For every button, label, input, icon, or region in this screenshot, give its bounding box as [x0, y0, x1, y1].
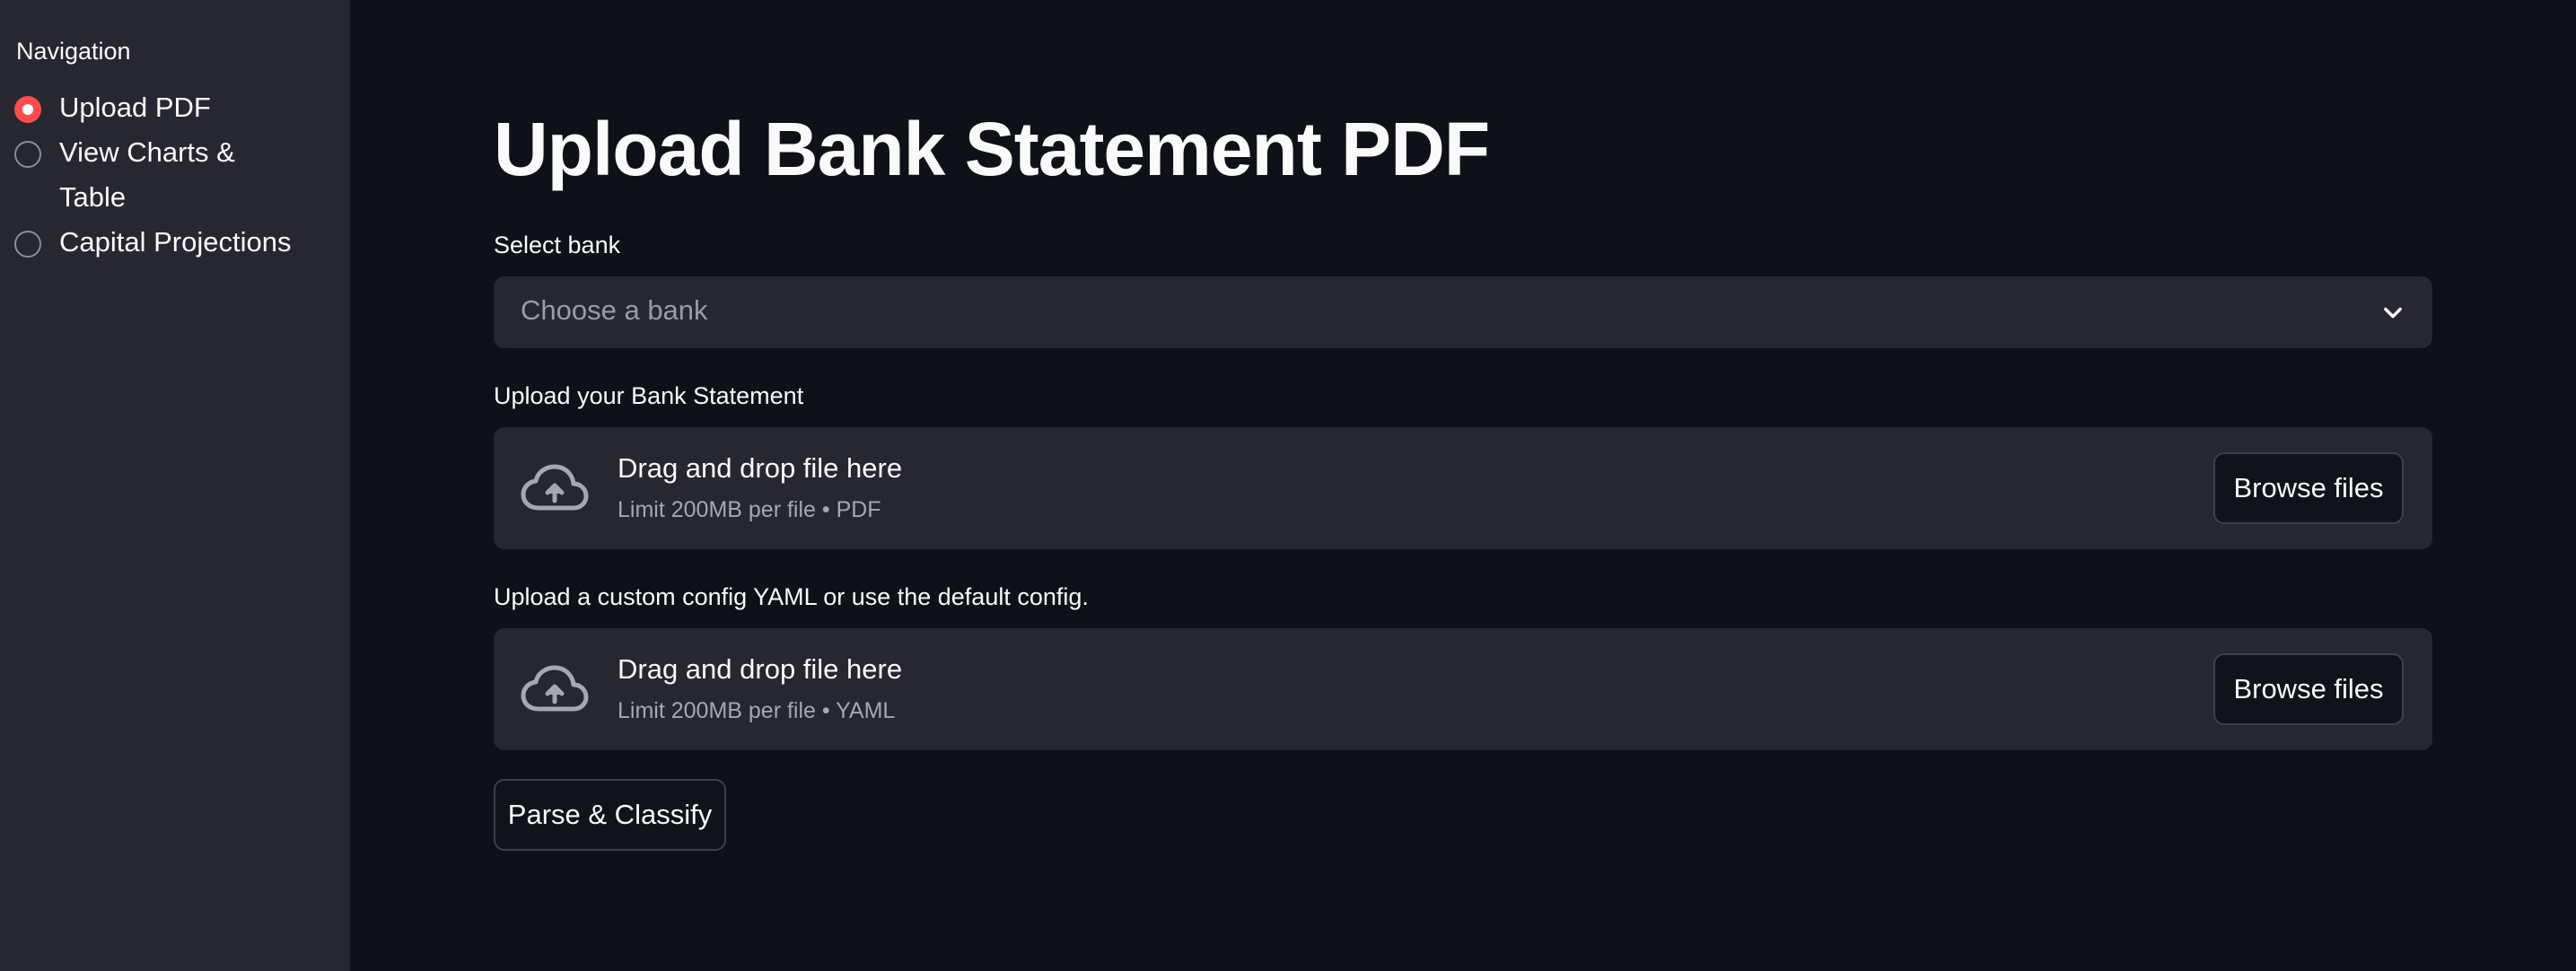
nav-option-label: Upload PDF	[59, 92, 211, 123]
cloud-upload-icon	[521, 464, 589, 511]
radio-selected-icon[interactable]	[14, 96, 41, 123]
sidebar: Navigation Upload PDF View Charts & Tabl…	[0, 0, 350, 971]
nav-option-view-charts[interactable]: View Charts & Table	[14, 136, 257, 220]
nav-option-upload-pdf[interactable]: Upload PDF	[14, 92, 311, 130]
bank-select[interactable]: Choose a bank	[494, 276, 2432, 348]
nav-option-label: Capital Projections	[59, 226, 292, 258]
statement-upload-label: Upload your Bank Statement	[494, 382, 804, 409]
dropzone-title: Drag and drop file here	[618, 653, 903, 685]
statement-dropzone[interactable]: Drag and drop file here Limit 200MB per …	[494, 427, 2432, 549]
bank-select-placeholder: Choose a bank	[521, 294, 708, 326]
parse-classify-button[interactable]: Parse & Classify	[494, 779, 726, 851]
dropzone-title: Drag and drop file here	[618, 452, 903, 484]
nav-option-capital-projections[interactable]: Capital Projections	[14, 226, 311, 265]
radio-unselected-icon[interactable]	[14, 141, 41, 168]
page-title: Upload Bank Statement PDF	[494, 107, 1490, 191]
browse-files-button[interactable]: Browse files	[2213, 653, 2404, 725]
config-upload-label: Upload a custom config YAML or use the d…	[494, 583, 1089, 610]
radio-unselected-icon[interactable]	[14, 231, 41, 258]
dropzone-limit-text: Limit 200MB per file • PDF	[618, 497, 881, 522]
select-bank-label: Select bank	[494, 232, 621, 258]
chevron-down-icon[interactable]	[2380, 300, 2405, 325]
cloud-upload-icon	[521, 665, 589, 712]
dropzone-limit-text: Limit 200MB per file • YAML	[618, 698, 896, 723]
nav-option-label: View Charts & Table	[59, 136, 235, 213]
config-dropzone[interactable]: Drag and drop file here Limit 200MB per …	[494, 628, 2432, 750]
browse-files-button[interactable]: Browse files	[2213, 452, 2404, 524]
app: Navigation Upload PDF View Charts & Tabl…	[0, 0, 2576, 971]
sidebar-title: Navigation	[16, 38, 131, 65]
